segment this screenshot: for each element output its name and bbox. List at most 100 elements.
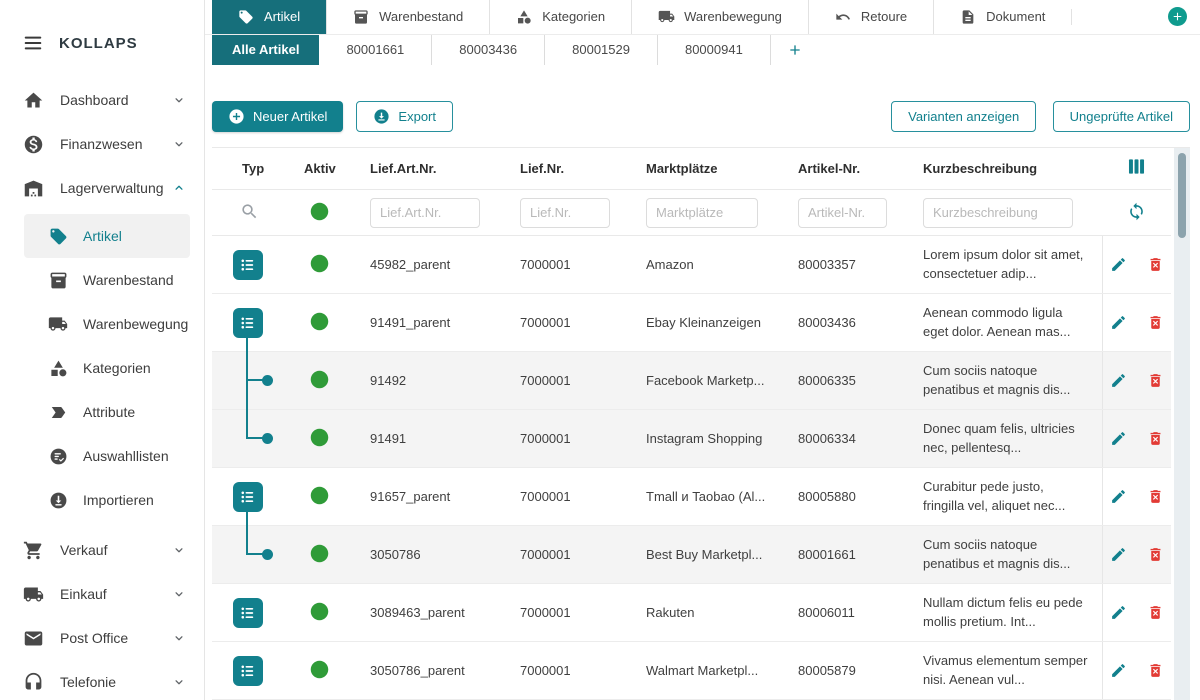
unverified-articles-button[interactable]: Ungeprüfte Artikel <box>1053 101 1190 132</box>
chevron-down-icon <box>172 587 186 601</box>
cell-artikel-nr: 80006335 <box>779 352 904 410</box>
table-row[interactable]: 3050786_parent 7000001 Walmart Marketpl.… <box>212 642 1171 700</box>
filter-input-lief-art-nr[interactable] <box>370 198 480 228</box>
subtab-80001529[interactable]: 80001529 <box>545 35 658 65</box>
edit-button[interactable] <box>1110 372 1127 389</box>
edit-button[interactable] <box>1110 546 1127 563</box>
sidebar-item-artikel[interactable]: Artikel <box>24 214 190 258</box>
delete-button[interactable] <box>1147 488 1164 505</box>
filter-input-artikel-nr[interactable] <box>798 198 887 228</box>
table-row[interactable]: 3050786 7000001 Best Buy Marketpl... 800… <box>212 526 1171 584</box>
sidebar-item-verkauf[interactable]: Verkauf <box>0 528 204 572</box>
sidebar-item-kategorien[interactable]: Kategorien <box>0 346 204 390</box>
delete-button[interactable] <box>1147 430 1164 447</box>
cell-lief-art-nr: 91492 <box>351 352 501 410</box>
cell-kurzbeschreibung: Lorem ipsum dolor sit amet, consectetuer… <box>923 246 1102 284</box>
subtab-alle-artikel[interactable]: Alle Artikel <box>212 35 319 65</box>
parent-type-badge[interactable] <box>233 308 263 338</box>
filter-input-lief-nr[interactable] <box>520 198 610 228</box>
sidebar-item-finanzwesen[interactable]: Finanzwesen <box>0 122 204 166</box>
show-variants-button[interactable]: Varianten anzeigen <box>891 101 1036 132</box>
cell-lief-art-nr: 3050786_parent <box>351 642 501 700</box>
cell-lief-art-nr: 91491_parent <box>351 294 501 352</box>
sidebar-item-auswahllisten[interactable]: Auswahllisten <box>0 434 204 478</box>
tab-retoure[interactable]: Retoure <box>808 0 933 34</box>
tab-kategorien[interactable]: Kategorien <box>489 0 631 34</box>
new-article-button[interactable]: Neuer Artikel <box>212 101 343 132</box>
add-subtab-button[interactable] <box>771 35 819 65</box>
parent-type-badge[interactable] <box>233 598 263 628</box>
mail-icon <box>22 627 44 649</box>
tab-artikel[interactable]: Artikel <box>212 0 326 34</box>
undo-icon <box>835 8 852 25</box>
table-row[interactable]: 91657_parent 7000001 Tmall и Taobao (Al.… <box>212 468 1171 526</box>
table-row[interactable]: 91491_parent 7000001 Ebay Kleinanzeigen … <box>212 294 1171 352</box>
cell-kurzbeschreibung: Vivamus elementum semper nisi. Aenean vu… <box>923 652 1102 690</box>
subtab-80001661[interactable]: 80001661 <box>319 35 432 65</box>
delete-button[interactable] <box>1147 546 1164 563</box>
refresh-button[interactable] <box>1102 190 1171 236</box>
scrollbar-thumb[interactable] <box>1178 153 1186 238</box>
table-row[interactable]: 91491 7000001 Instagram Shopping 8000633… <box>212 410 1171 468</box>
list-icon <box>237 312 259 334</box>
table-row[interactable]: 3089463_parent 7000001 Rakuten 80006011 … <box>212 584 1171 642</box>
table-row[interactable]: 45982_parent 7000001 Amazon 80003357 Lor… <box>212 236 1171 294</box>
sidebar-item-importieren[interactable]: Importieren <box>0 478 204 522</box>
parent-type-badge[interactable] <box>233 656 263 686</box>
sidebar-item-attribute[interactable]: Attribute <box>0 390 204 434</box>
active-toggle-icon <box>309 201 330 222</box>
filter-row <box>212 190 1171 236</box>
document-icon <box>960 8 977 25</box>
delete-button[interactable] <box>1147 256 1164 273</box>
edit-button[interactable] <box>1110 430 1127 447</box>
app-window: KOLLAPS Dashboard Finanzwesen Lagerverwa… <box>0 0 1200 700</box>
edit-button[interactable] <box>1110 256 1127 273</box>
edit-button[interactable] <box>1110 488 1127 505</box>
sidebar-item-einkauf[interactable]: Einkauf <box>0 572 204 616</box>
filter-input-marktplaetze[interactable] <box>646 198 758 228</box>
cell-marktplatz: Ebay Kleinanzeigen <box>627 294 779 352</box>
sidebar-item-warenbestand[interactable]: Warenbestand <box>0 258 204 302</box>
subtab-80003436[interactable]: 80003436 <box>432 35 545 65</box>
parent-type-badge[interactable] <box>233 250 263 280</box>
export-button[interactable]: Export <box>356 101 453 132</box>
hamburger-menu-icon[interactable] <box>22 32 44 54</box>
active-status-icon <box>309 601 330 622</box>
delete-button[interactable] <box>1147 604 1164 621</box>
tab-warenbewegung[interactable]: Warenbewegung <box>631 0 808 34</box>
delete-button[interactable] <box>1147 372 1164 389</box>
filter-typ[interactable] <box>212 190 289 236</box>
chevron-up-icon <box>172 181 186 195</box>
edit-button[interactable] <box>1110 314 1127 331</box>
delete-button[interactable] <box>1147 314 1164 331</box>
list-icon <box>237 486 259 508</box>
sidebar-item-warenbewegung[interactable]: Warenbewegung <box>0 302 204 346</box>
filter-aktiv[interactable] <box>289 190 351 236</box>
table-row[interactable]: 91492 7000001 Facebook Marketp... 800063… <box>212 352 1171 410</box>
chevron-down-icon <box>172 543 186 557</box>
subtab-label: 80001529 <box>572 42 630 57</box>
column-settings-button[interactable] <box>1102 148 1171 190</box>
sidebar-item-label: Artikel <box>83 228 172 244</box>
chevron-down-icon <box>172 137 186 151</box>
article-subtabbar: Alle Artikel 80001661 80003436 80001529 … <box>205 35 1200 65</box>
subtab-80000941[interactable]: 80000941 <box>658 35 771 65</box>
truck-icon <box>658 8 675 25</box>
filter-input-kurzbeschreibung[interactable] <box>923 198 1073 228</box>
sidebar-item-telefonie[interactable]: Telefonie <box>0 660 204 700</box>
edit-button[interactable] <box>1110 662 1127 679</box>
parent-type-badge[interactable] <box>233 482 263 512</box>
articles-table: Typ Aktiv Lief.Art.Nr. Lief.Nr. Marktplä… <box>212 147 1190 700</box>
sidebar-item-lagerverwaltung[interactable]: Lagerverwaltung <box>0 166 204 210</box>
sidebar-item-dashboard[interactable]: Dashboard <box>0 78 204 122</box>
button-label: Neuer Artikel <box>253 109 327 124</box>
trash-icon <box>1147 430 1164 447</box>
tab-warenbestand[interactable]: Warenbestand <box>326 0 489 34</box>
vertical-scrollbar <box>1174 148 1190 700</box>
sidebar-item-label: Verkauf <box>60 542 172 558</box>
delete-button[interactable] <box>1147 662 1164 679</box>
edit-button[interactable] <box>1110 604 1127 621</box>
tab-dokument[interactable]: Dokument <box>933 0 1071 34</box>
sidebar-item-post-office[interactable]: Post Office <box>0 616 204 660</box>
add-tab-button[interactable] <box>1168 7 1187 26</box>
